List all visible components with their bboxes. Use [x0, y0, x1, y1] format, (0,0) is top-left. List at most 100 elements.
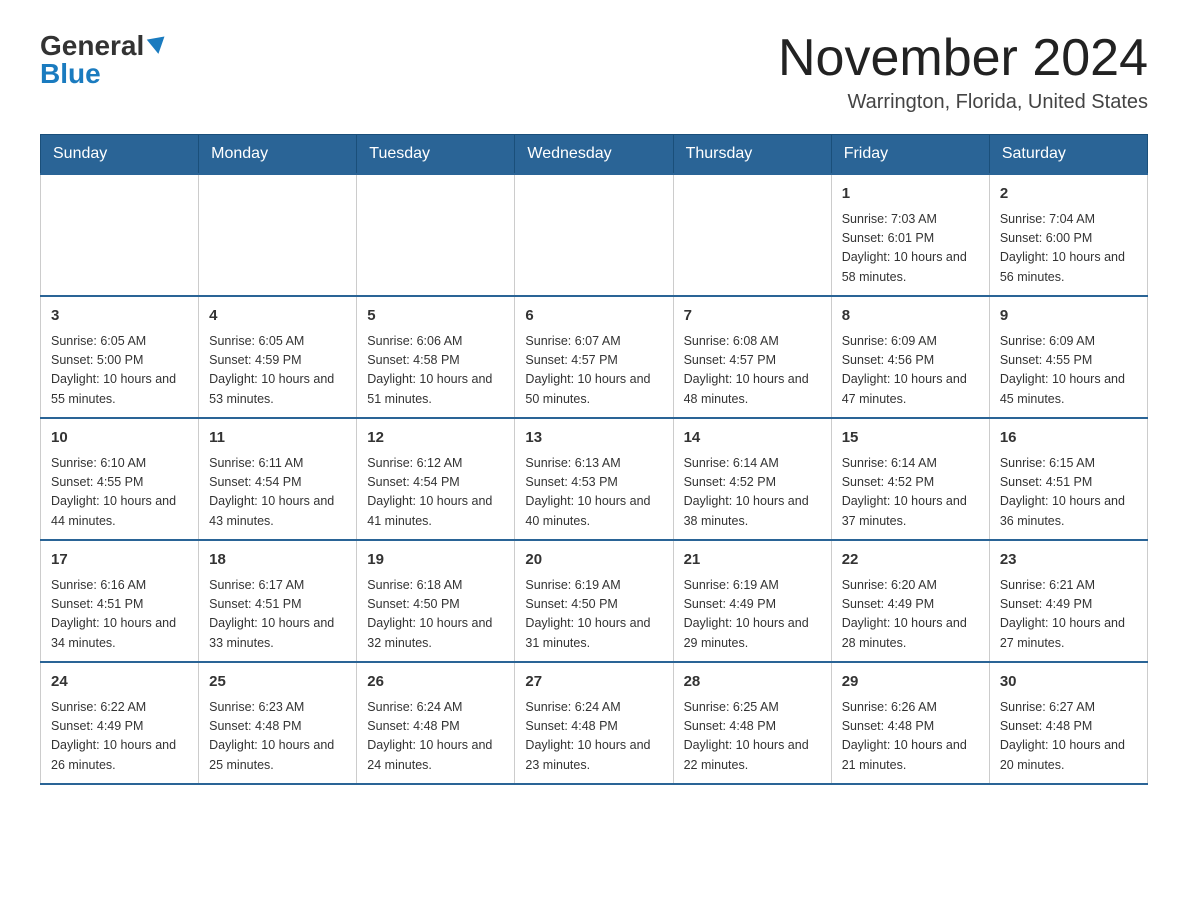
calendar-cell: 20 Sunrise: 6:19 AMSunset: 4:50 PMDayligh…: [515, 540, 673, 662]
day-number: 29: [842, 671, 979, 694]
calendar-cell: 23Sunrise: 6:21 AMSunset: 4:49 PMDayligh…: [989, 540, 1147, 662]
logo-blue-line: Blue: [40, 58, 166, 90]
day-info: Sunrise: 7:03 AMSunset: 6:01 PMDaylight:…: [842, 210, 979, 288]
day-info: Sunrise: 6:11 AMSunset: 4:54 PMDaylight:…: [209, 454, 346, 532]
calendar-cell: 30 Sunrise: 6:27 AMSunset: 4:48 PMDayligh…: [989, 662, 1147, 784]
day-number: 11: [209, 427, 346, 450]
calendar-cell: 26 Sunrise: 6:24 AMSunset: 4:48 PMDayligh…: [357, 662, 515, 784]
calendar-cell: 5 Sunrise: 6:06 AMSunset: 4:58 PMDaylight…: [357, 296, 515, 418]
weekday-header-saturday: Saturday: [989, 135, 1147, 175]
calendar-cell: [357, 174, 515, 296]
day-info: Sunrise: 6:06 AMSunset: 4:58 PMDaylight:…: [367, 332, 504, 410]
calendar-cell: 12Sunrise: 6:12 AMSunset: 4:54 PMDayligh…: [357, 418, 515, 540]
calendar-cell: [515, 174, 673, 296]
day-number: 30: [1000, 671, 1137, 694]
calendar-cell: 18Sunrise: 6:17 AMSunset: 4:51 PMDayligh…: [199, 540, 357, 662]
weekday-header-sunday: Sunday: [41, 135, 199, 175]
day-info: Sunrise: 6:14 AMSunset: 4:52 PMDaylight:…: [842, 454, 979, 532]
day-number: 23: [1000, 549, 1137, 572]
day-number: 28: [684, 671, 821, 694]
day-number: 4: [209, 305, 346, 328]
day-number: 5: [367, 305, 504, 328]
day-info: Sunrise: 6:15 AMSunset: 4:51 PMDaylight:…: [1000, 454, 1137, 532]
day-info: Sunrise: 6:22 AMSunset: 4:49 PMDaylight:…: [51, 698, 188, 776]
weekday-header-monday: Monday: [199, 135, 357, 175]
day-number: 13: [525, 427, 662, 450]
calendar-cell: 17 Sunrise: 6:16 AMSunset: 4:51 PMDayligh…: [41, 540, 199, 662]
day-info: Sunrise: 6:09 AMSunset: 4:56 PMDaylight:…: [842, 332, 979, 410]
day-number: 20: [525, 549, 662, 572]
title-area: November 2024 Warrington, Florida, Unite…: [778, 30, 1148, 114]
day-number: 15: [842, 427, 979, 450]
day-info: Sunrise: 6:24 AMSunset: 4:48 PMDaylight:…: [525, 698, 662, 776]
calendar-cell: 22 Sunrise: 6:20 AMSunset: 4:49 PMDayligh…: [831, 540, 989, 662]
day-number: 1: [842, 183, 979, 206]
day-number: 6: [525, 305, 662, 328]
calendar-week-3: 10Sunrise: 6:10 AMSunset: 4:55 PMDayligh…: [41, 418, 1148, 540]
calendar-cell: 27 Sunrise: 6:24 AMSunset: 4:48 PMDayligh…: [515, 662, 673, 784]
logo-arrow-icon: [147, 37, 168, 56]
calendar-table: SundayMondayTuesdayWednesdayThursdayFrid…: [40, 134, 1148, 785]
weekday-header-wednesday: Wednesday: [515, 135, 673, 175]
day-number: 18: [209, 549, 346, 572]
day-info: Sunrise: 6:27 AMSunset: 4:48 PMDaylight:…: [1000, 698, 1137, 776]
day-number: 24: [51, 671, 188, 694]
calendar-cell: 14 Sunrise: 6:14 AMSunset: 4:52 PMDayligh…: [673, 418, 831, 540]
location-subtitle: Warrington, Florida, United States: [778, 91, 1148, 114]
day-info: Sunrise: 6:23 AMSunset: 4:48 PMDaylight:…: [209, 698, 346, 776]
day-info: Sunrise: 6:08 AMSunset: 4:57 PMDaylight:…: [684, 332, 821, 410]
weekday-header-friday: Friday: [831, 135, 989, 175]
day-number: 21: [684, 549, 821, 572]
calendar-cell: 28 Sunrise: 6:25 AMSunset: 4:48 PMDayligh…: [673, 662, 831, 784]
day-number: 14: [684, 427, 821, 450]
day-info: Sunrise: 6:12 AMSunset: 4:54 PMDaylight:…: [367, 454, 504, 532]
day-info: Sunrise: 6:19 AMSunset: 4:50 PMDaylight:…: [525, 576, 662, 654]
weekday-header-row: SundayMondayTuesdayWednesdayThursdayFrid…: [41, 135, 1148, 175]
day-info: Sunrise: 6:25 AMSunset: 4:48 PMDaylight:…: [684, 698, 821, 776]
calendar-cell: 9 Sunrise: 6:09 AMSunset: 4:55 PMDaylight…: [989, 296, 1147, 418]
day-number: 3: [51, 305, 188, 328]
day-number: 8: [842, 305, 979, 328]
day-info: Sunrise: 6:14 AMSunset: 4:52 PMDaylight:…: [684, 454, 821, 532]
page-header: General Blue November 2024 Warrington, F…: [40, 30, 1148, 114]
calendar-cell: 25 Sunrise: 6:23 AMSunset: 4:48 PMDayligh…: [199, 662, 357, 784]
calendar-cell: 16 Sunrise: 6:15 AMSunset: 4:51 PMDayligh…: [989, 418, 1147, 540]
day-info: Sunrise: 6:10 AMSunset: 4:55 PMDaylight:…: [51, 454, 188, 532]
calendar-cell: [41, 174, 199, 296]
day-number: 17: [51, 549, 188, 572]
calendar-cell: [199, 174, 357, 296]
calendar-week-5: 24 Sunrise: 6:22 AMSunset: 4:49 PMDayligh…: [41, 662, 1148, 784]
month-title: November 2024: [778, 30, 1148, 87]
calendar-cell: 8 Sunrise: 6:09 AMSunset: 4:56 PMDaylight…: [831, 296, 989, 418]
day-info: Sunrise: 6:05 AMSunset: 5:00 PMDaylight:…: [51, 332, 188, 410]
day-info: Sunrise: 7:04 AMSunset: 6:00 PMDaylight:…: [1000, 210, 1137, 288]
calendar-week-4: 17 Sunrise: 6:16 AMSunset: 4:51 PMDayligh…: [41, 540, 1148, 662]
day-info: Sunrise: 6:20 AMSunset: 4:49 PMDaylight:…: [842, 576, 979, 654]
day-info: Sunrise: 6:09 AMSunset: 4:55 PMDaylight:…: [1000, 332, 1137, 410]
calendar-week-2: 3 Sunrise: 6:05 AMSunset: 5:00 PMDaylight…: [41, 296, 1148, 418]
calendar-cell: 3 Sunrise: 6:05 AMSunset: 5:00 PMDaylight…: [41, 296, 199, 418]
calendar-cell: 10Sunrise: 6:10 AMSunset: 4:55 PMDayligh…: [41, 418, 199, 540]
day-number: 27: [525, 671, 662, 694]
day-info: Sunrise: 6:05 AMSunset: 4:59 PMDaylight:…: [209, 332, 346, 410]
calendar-cell: 29Sunrise: 6:26 AMSunset: 4:48 PMDayligh…: [831, 662, 989, 784]
weekday-header-tuesday: Tuesday: [357, 135, 515, 175]
day-info: Sunrise: 6:16 AMSunset: 4:51 PMDaylight:…: [51, 576, 188, 654]
day-number: 19: [367, 549, 504, 572]
day-info: Sunrise: 6:18 AMSunset: 4:50 PMDaylight:…: [367, 576, 504, 654]
day-number: 22: [842, 549, 979, 572]
day-number: 25: [209, 671, 346, 694]
day-info: Sunrise: 6:13 AMSunset: 4:53 PMDaylight:…: [525, 454, 662, 532]
day-number: 2: [1000, 183, 1137, 206]
day-number: 16: [1000, 427, 1137, 450]
calendar-cell: 2 Sunrise: 7:04 AMSunset: 6:00 PMDaylight…: [989, 174, 1147, 296]
day-info: Sunrise: 6:19 AMSunset: 4:49 PMDaylight:…: [684, 576, 821, 654]
calendar-cell: 13 Sunrise: 6:13 AMSunset: 4:53 PMDayligh…: [515, 418, 673, 540]
calendar-cell: 7Sunrise: 6:08 AMSunset: 4:57 PMDaylight…: [673, 296, 831, 418]
day-number: 26: [367, 671, 504, 694]
calendar-cell: 19 Sunrise: 6:18 AMSunset: 4:50 PMDayligh…: [357, 540, 515, 662]
day-number: 9: [1000, 305, 1137, 328]
day-info: Sunrise: 6:24 AMSunset: 4:48 PMDaylight:…: [367, 698, 504, 776]
calendar-cell: 6 Sunrise: 6:07 AMSunset: 4:57 PMDaylight…: [515, 296, 673, 418]
day-info: Sunrise: 6:07 AMSunset: 4:57 PMDaylight:…: [525, 332, 662, 410]
